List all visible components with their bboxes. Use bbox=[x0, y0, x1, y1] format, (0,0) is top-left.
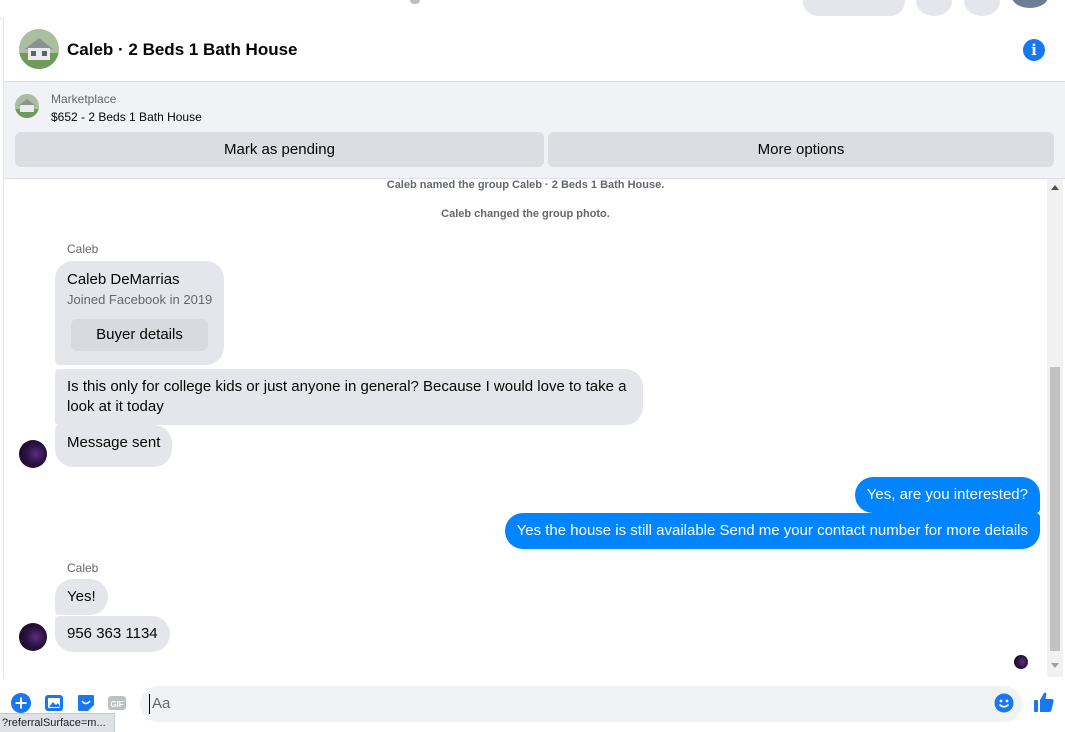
incoming-message[interactable]: Is this only for college kids or just an… bbox=[55, 369, 643, 425]
marketplace-label: Marketplace bbox=[51, 92, 117, 106]
account-avatar[interactable] bbox=[1012, 0, 1048, 8]
top-nav-pill[interactable] bbox=[803, 0, 905, 16]
incoming-message[interactable]: 956 363 1134 bbox=[55, 616, 170, 652]
outgoing-message[interactable]: Yes the house is still available Send me… bbox=[504, 513, 1040, 549]
system-message: Caleb changed the group photo. bbox=[441, 208, 610, 220]
scroll-up-arrow-icon[interactable] bbox=[1051, 185, 1059, 190]
read-receipt-avatar bbox=[1014, 655, 1028, 669]
sender-avatar[interactable] bbox=[19, 440, 47, 468]
image-icon[interactable] bbox=[44, 693, 64, 713]
buyer-details-button[interactable]: Buyer details bbox=[71, 319, 208, 351]
buyer-name: Caleb DeMarrias bbox=[67, 271, 180, 288]
emoji-icon[interactable] bbox=[994, 693, 1014, 713]
system-message: Caleb named the group Caleb · 2 Beds 1 B… bbox=[386, 179, 665, 191]
scroll-down-arrow-icon[interactable] bbox=[1051, 663, 1059, 668]
thread-scrollbar[interactable] bbox=[1047, 179, 1063, 677]
gif-label: GIF bbox=[110, 700, 123, 709]
incoming-message[interactable]: Yes! bbox=[55, 579, 108, 615]
top-nav-button[interactable] bbox=[964, 0, 1000, 16]
outgoing-message[interactable]: Yes, are you interested? bbox=[854, 477, 1040, 513]
sender-avatar[interactable] bbox=[19, 623, 47, 651]
message-thread: Caleb named the group Caleb · 2 Beds 1 B… bbox=[4, 179, 1047, 677]
top-search-edge bbox=[410, 0, 420, 4]
incoming-message[interactable]: Message sent bbox=[55, 425, 173, 467]
top-navigation-strip bbox=[0, 0, 1065, 19]
scrollbar-thumb[interactable] bbox=[1050, 367, 1060, 651]
buyer-joined-date: Joined Facebook in 2019 bbox=[67, 292, 213, 307]
listing-price-title[interactable]: $652 - 2 Beds 1 Bath House bbox=[51, 110, 202, 124]
conversation-title: Caleb · 2 Beds 1 Bath House bbox=[67, 40, 298, 59]
sticker-icon[interactable] bbox=[76, 693, 96, 713]
sender-name: Caleb bbox=[67, 561, 99, 575]
conversation-header: Caleb · 2 Beds 1 Bath House i bbox=[4, 18, 1065, 82]
gif-icon[interactable]: GIF bbox=[107, 693, 127, 713]
text-caret bbox=[149, 694, 150, 714]
more-options-button[interactable]: More options bbox=[548, 132, 1054, 167]
house-photo-icon bbox=[15, 94, 39, 118]
like-icon[interactable] bbox=[1033, 691, 1055, 713]
marketplace-banner: Marketplace $652 - 2 Beds 1 Bath House M… bbox=[4, 82, 1065, 179]
plus-icon[interactable] bbox=[11, 693, 31, 713]
house-photo-icon bbox=[19, 29, 59, 69]
sender-name: Caleb bbox=[67, 242, 99, 256]
group-photo-avatar[interactable] bbox=[19, 29, 59, 69]
mark-as-pending-button[interactable]: Mark as pending bbox=[15, 132, 544, 167]
buyer-profile-card: Caleb DeMarrias Joined Facebook in 2019 … bbox=[55, 261, 224, 365]
message-input-placeholder: Aa bbox=[152, 695, 171, 712]
message-composer: GIF Aa bbox=[0, 679, 1065, 731]
message-input[interactable]: Aa bbox=[140, 686, 1022, 722]
listing-thumbnail[interactable] bbox=[15, 94, 39, 118]
browser-status-url: ?referralSurface=m... bbox=[0, 713, 115, 732]
top-nav-button[interactable] bbox=[916, 0, 952, 16]
info-icon[interactable]: i bbox=[1023, 39, 1045, 61]
